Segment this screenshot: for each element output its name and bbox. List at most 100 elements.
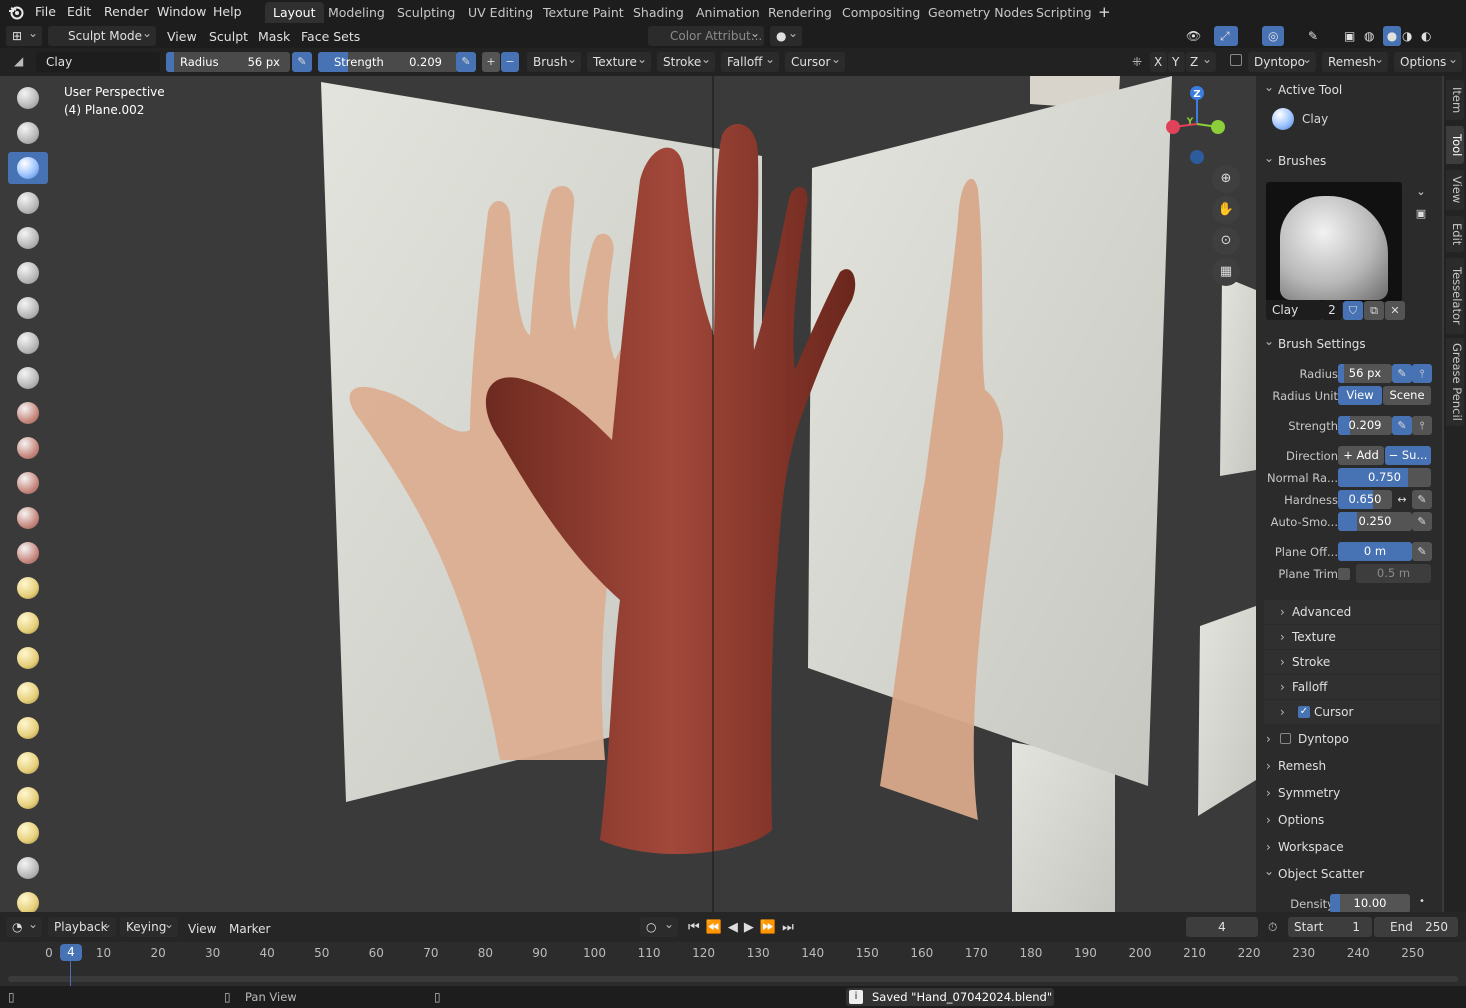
radius-pressure-toggle-icon[interactable]: ✎ — [1392, 364, 1412, 383]
active-tool-panel-header[interactable]: Active Tool — [1256, 76, 1442, 102]
tab-rendering[interactable]: Rendering — [760, 2, 840, 23]
clay-strips-tool-icon[interactable] — [8, 187, 48, 219]
cursor-menu[interactable]: Cursor — [785, 49, 845, 72]
tab-modeling[interactable]: Modeling — [320, 2, 393, 23]
end-frame-field[interactable]: End 250 — [1374, 917, 1458, 937]
overlays-icon[interactable]: ◎ — [1262, 26, 1284, 46]
camera-icon[interactable]: ⊙ — [1212, 227, 1240, 255]
tab-uv-editing[interactable]: UV Editing — [460, 2, 541, 23]
brush-name-field[interactable]: Clay — [36, 52, 160, 72]
timeline-scrollbar[interactable] — [8, 976, 1458, 982]
direction-subtract-icon[interactable]: − — [501, 52, 519, 72]
falloff-subpanel[interactable]: Falloff — [1264, 675, 1440, 699]
menu-sculpt[interactable]: Sculpt — [209, 28, 248, 46]
report-message[interactable]: i Saved "Hand_07042024.blend" — [846, 988, 1054, 1006]
brush-preview-thumbnail[interactable] — [1266, 182, 1402, 302]
preview-range-clock-icon[interactable]: ⏱ — [1268, 920, 1277, 935]
timeline-view-menu[interactable]: View — [188, 920, 216, 938]
scrape-tool-icon[interactable] — [8, 502, 48, 534]
draw-tool-icon[interactable] — [8, 82, 48, 114]
plane-trim-field[interactable]: 0.5 m — [1356, 564, 1431, 583]
navigation-gizmo[interactable]: Z Y — [1160, 84, 1232, 174]
mirror-x-toggle[interactable]: X — [1150, 52, 1167, 72]
dyntopo-checkbox[interactable] — [1230, 54, 1242, 66]
3d-viewport[interactable]: User Perspective (4) Plane.002 Z Y ⊕ ✋ ⊙… — [0, 76, 1466, 912]
timeline-marker-menu[interactable]: Marker — [229, 920, 270, 938]
radius-field[interactable]: 56 px — [1338, 364, 1392, 383]
material-shading-icon[interactable]: ◑ — [1402, 26, 1420, 46]
mirror-z-toggle[interactable]: Z — [1186, 49, 1216, 72]
falloff-menu[interactable]: Falloff — [721, 49, 779, 72]
plane-offset-pressure-icon[interactable]: ✎ — [1412, 542, 1432, 561]
inflate-tool-icon[interactable] — [8, 292, 48, 324]
unlink-brush-icon[interactable]: ✕ — [1385, 301, 1405, 320]
tab-tesselator[interactable]: Tesselator — [1446, 258, 1464, 334]
nudge-tool-icon[interactable] — [8, 782, 48, 814]
brush-menu[interactable]: Brush — [527, 49, 581, 72]
radius-pressure-icon[interactable]: ✎ — [292, 52, 312, 72]
dyntopo-panel-checkbox[interactable] — [1280, 733, 1291, 744]
options-menu[interactable]: Options — [1394, 49, 1462, 72]
radius-unit-view-button[interactable]: View — [1338, 386, 1382, 405]
plane-offset-field[interactable]: 0 m — [1338, 542, 1412, 561]
normal-radius-slider[interactable]: 0.750 — [1338, 468, 1431, 487]
brush-settings-panel-header[interactable]: Brush Settings — [1256, 329, 1442, 356]
options-panel-header[interactable]: Options — [1256, 808, 1442, 832]
visibility-eye-icon[interactable]: 👁 — [1180, 26, 1208, 46]
clay-tool-icon[interactable] — [8, 152, 48, 184]
menu-face-sets[interactable]: Face Sets — [301, 28, 360, 46]
texture-subpanel[interactable]: Texture — [1264, 625, 1440, 649]
radius-slider[interactable]: Radius 56 px — [166, 52, 290, 72]
pose-tool-icon[interactable] — [8, 747, 48, 779]
strength-slider[interactable]: Strength 0.209 — [318, 52, 458, 72]
dyntopo-panel-header[interactable]: Dyntopo — [1256, 727, 1442, 751]
keying-menu[interactable]: Keying — [120, 914, 178, 937]
remesh-panel-header[interactable]: Remesh — [1256, 754, 1442, 778]
tab-animation[interactable]: Animation — [688, 2, 768, 23]
stroke-menu[interactable]: Stroke — [657, 49, 715, 72]
direction-subtract-button[interactable]: − Su... — [1385, 446, 1431, 465]
tab-geometry-nodes[interactable]: Geometry Nodes — [920, 2, 1041, 23]
menu-render[interactable]: Render — [104, 3, 149, 21]
cursor-checkbox[interactable]: ✓ — [1298, 706, 1310, 718]
menu-window[interactable]: Window — [157, 3, 206, 21]
strength-pressure-icon[interactable]: ✎ — [456, 52, 476, 72]
tab-tool[interactable]: Tool — [1446, 126, 1464, 164]
start-frame-field[interactable]: Start 1 — [1288, 917, 1372, 937]
mode-select[interactable]: Sculpt Mode — [48, 23, 156, 46]
add-workspace-icon[interactable]: + — [1098, 3, 1111, 21]
menu-mask[interactable]: Mask — [258, 28, 290, 46]
density-field[interactable]: 10.00 — [1330, 894, 1410, 912]
symmetry-panel-header[interactable]: Symmetry — [1256, 781, 1442, 805]
solid-shading-icon[interactable]: ● — [1383, 26, 1401, 46]
advanced-subpanel[interactable]: Advanced — [1264, 600, 1440, 624]
timeline-editor-type-icon[interactable]: ◔ — [6, 914, 42, 937]
strength-lock-icon[interactable]: ⫯ — [1412, 416, 1432, 435]
layer-tool-icon[interactable] — [8, 257, 48, 289]
brush-datablock-name[interactable]: Clay — [1266, 300, 1322, 320]
playback-menu[interactable]: Playback — [48, 914, 116, 937]
rotate-tool-icon[interactable] — [8, 817, 48, 849]
direction-add-button[interactable]: + Add — [1338, 446, 1384, 465]
direction-add-icon[interactable]: + — [482, 52, 500, 72]
smooth-tool-icon[interactable] — [8, 397, 48, 429]
remesh-menu[interactable]: Remesh — [1322, 49, 1388, 72]
pan-hand-icon[interactable]: ✋ — [1212, 196, 1240, 224]
strength-field[interactable]: 0.209 — [1338, 416, 1392, 435]
tab-grease-pencil[interactable]: Grease Pencil — [1446, 338, 1464, 426]
duplicate-brush-icon[interactable]: ⧉ — [1364, 301, 1384, 320]
playback-controls[interactable]: ⏮⏪◀▶⏩⏭ — [688, 920, 800, 935]
blob-tool-icon[interactable] — [8, 327, 48, 359]
tab-layout[interactable]: Layout — [265, 2, 324, 23]
plane-trim-checkbox[interactable] — [1338, 568, 1350, 580]
grab-tool-icon[interactable] — [8, 607, 48, 639]
hardness-pressure-icon[interactable]: ✎ — [1412, 490, 1432, 509]
tab-texture-paint[interactable]: Texture Paint — [535, 2, 632, 23]
wireframe-shading-icon[interactable]: ◍ — [1364, 26, 1382, 46]
flatten-tool-icon[interactable] — [8, 432, 48, 464]
draw-sharp-tool-icon[interactable] — [8, 117, 48, 149]
clay-thumb-tool-icon[interactable] — [8, 222, 48, 254]
current-frame-field[interactable]: 4 — [1186, 917, 1258, 937]
tab-sculpting[interactable]: Sculpting — [389, 2, 463, 23]
zoom-icon[interactable]: ⊕ — [1212, 165, 1240, 193]
